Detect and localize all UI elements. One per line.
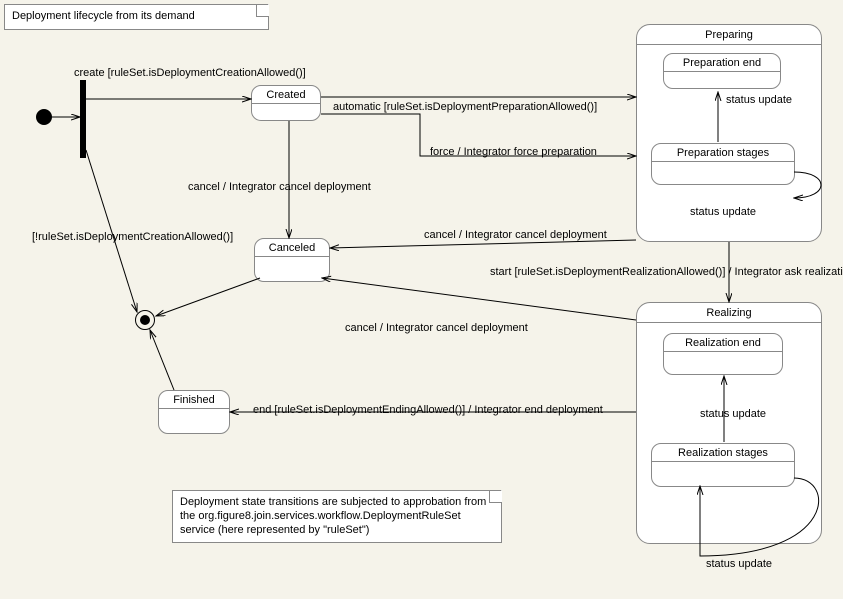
transition-cancel-realizing-label: cancel / Integrator cancel deployment bbox=[345, 322, 528, 334]
state-preparation-end: Preparation end bbox=[663, 53, 781, 89]
state-realizing-label: Realizing bbox=[637, 303, 821, 323]
transition-cancel-created-label: cancel / Integrator cancel deployment bbox=[188, 181, 371, 193]
transition-not-allowed-label: [!ruleSet.isDeploymentCreationAllowed()] bbox=[32, 231, 233, 243]
state-finished: Finished bbox=[158, 390, 230, 434]
state-realization-end-label: Realization end bbox=[672, 337, 774, 351]
fork-bar bbox=[80, 80, 86, 158]
transition-create-label: create [ruleSet.isDeploymentCreationAllo… bbox=[74, 67, 306, 79]
initial-state bbox=[36, 109, 52, 125]
state-realization-stages-label: Realization stages bbox=[660, 447, 786, 461]
transition-automatic-prepare-label: automatic [ruleSet.isDeploymentPreparati… bbox=[333, 101, 597, 113]
transition-end-deploy-label: end [ruleSet.isDeploymentEndingAllowed()… bbox=[253, 404, 603, 416]
transition-start-realize-label: start [ruleSet.isDeploymentRealizationAl… bbox=[490, 266, 843, 278]
state-realization-stages: Realization stages bbox=[651, 443, 795, 487]
state-created: Created bbox=[251, 85, 321, 121]
state-preparation-stages-label: Preparation stages bbox=[660, 147, 786, 161]
diagram-footnote: Deployment state transitions are subject… bbox=[172, 490, 502, 543]
transition-status-update-prep-inner-label: status update bbox=[726, 94, 792, 106]
state-diagram-canvas: Deployment lifecycle from its demand Dep… bbox=[0, 0, 843, 599]
transition-cancel-preparing-label: cancel / Integrator cancel deployment bbox=[424, 229, 607, 241]
diagram-title-note: Deployment lifecycle from its demand bbox=[4, 4, 269, 30]
transition-status-update-real-self-label: status update bbox=[706, 558, 772, 570]
diagram-title-text: Deployment lifecycle from its demand bbox=[12, 10, 195, 22]
state-finished-label: Finished bbox=[167, 394, 221, 408]
transition-status-update-prep-self-label: status update bbox=[690, 206, 756, 218]
state-realization-end: Realization end bbox=[663, 333, 783, 375]
diagram-footnote-text: Deployment state transitions are subject… bbox=[180, 496, 486, 536]
state-preparing-label: Preparing bbox=[637, 25, 821, 45]
final-state bbox=[135, 310, 155, 330]
state-preparation-stages: Preparation stages bbox=[651, 143, 795, 185]
state-canceled-label: Canceled bbox=[263, 242, 321, 256]
state-preparation-end-label: Preparation end bbox=[672, 57, 772, 71]
state-created-label: Created bbox=[260, 89, 312, 103]
transition-force-prepare-label: force / Integrator force preparation bbox=[430, 146, 597, 158]
state-realizing: Realizing Realization end Realization st… bbox=[636, 302, 822, 544]
state-canceled: Canceled bbox=[254, 238, 330, 282]
transition-status-update-real-inner-label: status update bbox=[700, 408, 766, 420]
